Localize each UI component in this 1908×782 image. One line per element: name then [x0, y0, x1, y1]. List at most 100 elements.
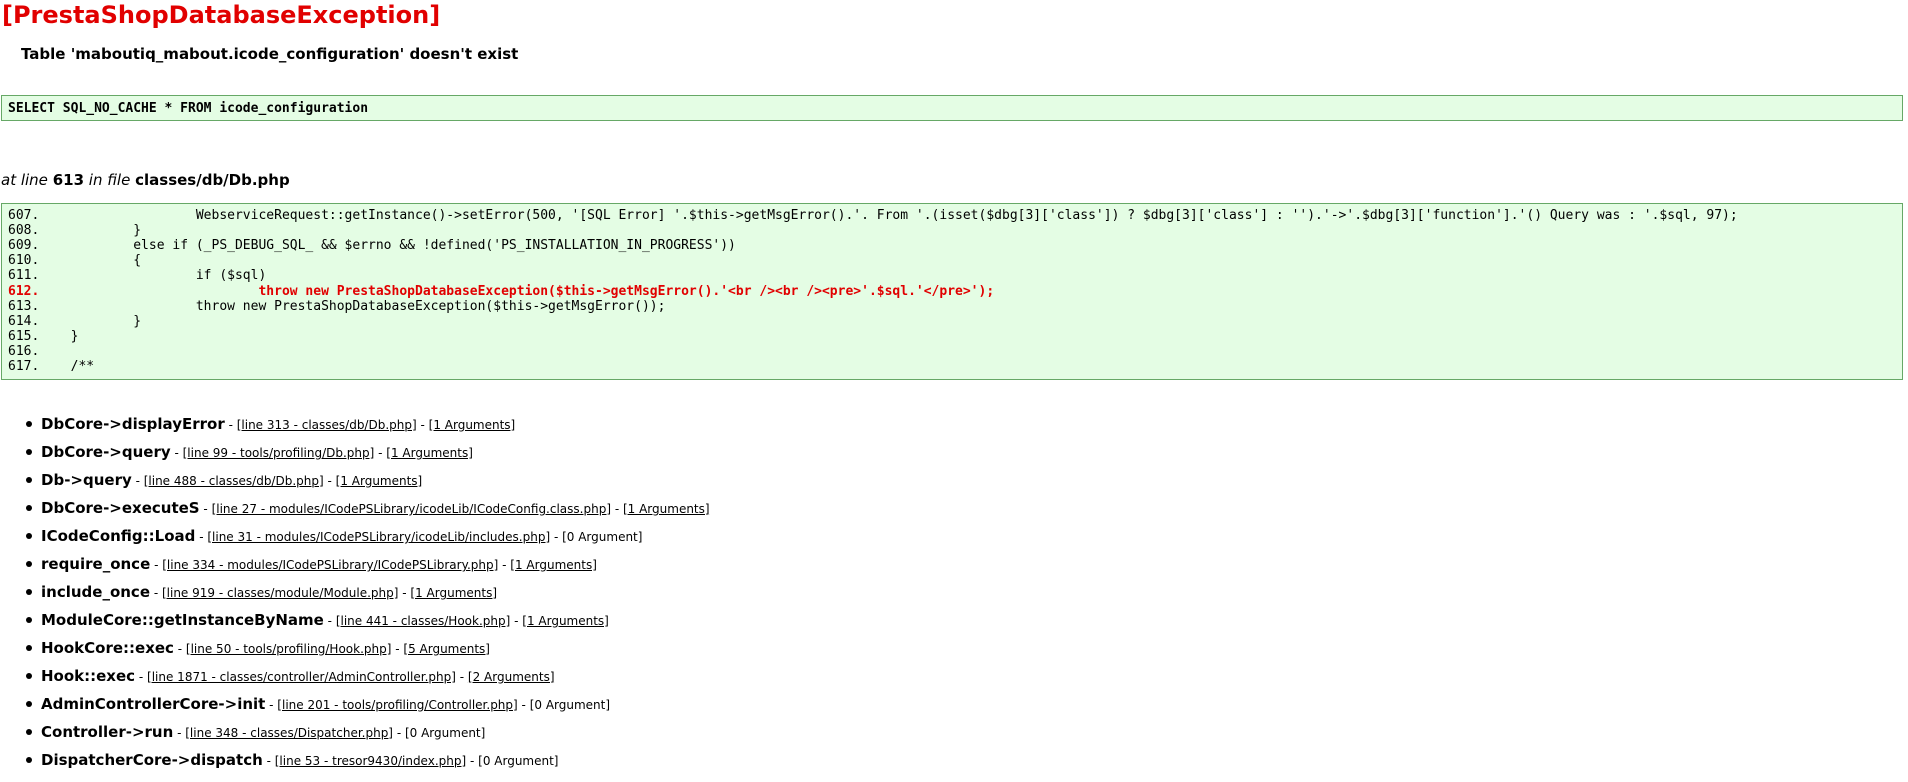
code-line-text: throw new PrestaShopDatabaseException($t… — [39, 298, 666, 314]
trace-file-link[interactable]: [line 919 - classes/module/Module.php] — [162, 586, 398, 600]
trace-separator: - — [262, 754, 275, 768]
trace-separator: - — [374, 446, 387, 460]
trace-separator: - — [173, 642, 186, 656]
trace-separator: - — [150, 586, 162, 600]
trace-separator: - — [510, 614, 523, 628]
sql-query-box: SELECT SQL_NO_CACHE * FROM icode_configu… — [1, 95, 1903, 121]
trace-separator: - — [611, 502, 623, 516]
trace-item: Db->query - [line 488 - classes/db/Db.ph… — [0, 466, 710, 494]
trace-item: include_once - [line 919 - classes/modul… — [0, 578, 710, 606]
trace-function: DbCore->query — [41, 443, 171, 461]
trace-file-link[interactable]: [line 53 - tresor9430/index.php] — [275, 754, 466, 768]
trace-item: ICodeConfig::Load - [line 31 - modules/I… — [0, 522, 710, 550]
trace-separator: - — [135, 670, 148, 684]
code-line-text: if ($sql) — [39, 268, 267, 284]
trace-arguments-link[interactable]: [1 Arguments] — [429, 418, 516, 432]
trace-arguments-link[interactable]: [5 Arguments] — [403, 642, 490, 656]
in-file-label: in file — [88, 171, 131, 189]
code-line-text: } — [39, 313, 142, 329]
trace-arguments-link[interactable]: [1 Arguments] — [510, 558, 597, 572]
stack-trace: DbCore->displayError - [line 313 - class… — [0, 410, 710, 774]
trace-file-link[interactable]: [line 1871 - classes/controller/AdminCon… — [147, 670, 456, 684]
trace-item: AdminControllerCore->init - [line 201 - … — [0, 690, 710, 718]
code-line-text: } — [39, 328, 79, 344]
trace-file-link[interactable]: [line 201 - tools/profiling/Controller.p… — [277, 698, 517, 712]
bullet-icon — [26, 645, 32, 651]
bullet-icon — [26, 589, 32, 595]
line-number: 613 — [52, 171, 85, 189]
code-line: 608. } — [8, 223, 141, 238]
trace-arguments-link[interactable]: [1 Arguments] — [522, 614, 609, 628]
trace-arguments-link[interactable]: [2 Arguments] — [468, 670, 555, 684]
bullet-icon — [26, 533, 32, 539]
trace-separator: - — [323, 614, 336, 628]
trace-separator: - — [195, 530, 208, 544]
bullet-icon — [26, 757, 32, 763]
sql-query: SELECT SQL_NO_CACHE * FROM icode_configu… — [8, 101, 369, 116]
trace-separator: - — [265, 698, 278, 712]
code-line: 613. throw new PrestaShopDatabaseExcepti… — [8, 299, 665, 314]
bullet-icon — [26, 449, 32, 455]
trace-arguments: [0 Argument] — [478, 754, 559, 768]
code-line-number: 614. — [8, 313, 40, 329]
trace-item: Hook::exec - [line 1871 - classes/contro… — [0, 662, 710, 690]
trace-separator: - — [517, 698, 530, 712]
code-line-number: 616. — [8, 343, 40, 359]
trace-separator: - — [224, 418, 237, 432]
trace-file-link[interactable]: [line 27 - modules/ICodePSLibrary/icodeL… — [212, 502, 611, 516]
code-line-number: 617. — [8, 359, 40, 374]
trace-separator: - — [398, 586, 411, 600]
trace-separator: - — [466, 754, 479, 768]
code-line-number: 608. — [8, 223, 40, 239]
trace-item: DispatcherCore->dispatch - [line 53 - tr… — [0, 746, 710, 774]
trace-file-link[interactable]: [line 313 - classes/db/Db.php] — [237, 418, 417, 432]
code-line-text: else if (_PS_DEBUG_SQL_ && $errno && !de… — [39, 238, 736, 254]
trace-function: AdminControllerCore->init — [41, 695, 266, 713]
trace-item: HookCore::exec - [line 50 - tools/profil… — [0, 634, 710, 662]
trace-file-link[interactable]: [line 348 - classes/Dispatcher.php] — [185, 726, 393, 740]
trace-function: include_once — [41, 583, 150, 601]
trace-function: DispatcherCore->dispatch — [41, 751, 263, 769]
trace-arguments: [0 Argument] — [562, 530, 643, 544]
trace-file-link[interactable]: [line 31 - modules/ICodePSLibrary/icodeL… — [207, 530, 550, 544]
trace-item: DbCore->query - [line 99 - tools/profili… — [0, 438, 710, 466]
trace-separator: - — [393, 726, 405, 740]
trace-function: HookCore::exec — [41, 639, 174, 657]
trace-separator: - — [323, 474, 336, 488]
code-line: 615. } — [8, 329, 78, 344]
trace-separator: - — [416, 418, 429, 432]
trace-item: DbCore->displayError - [line 313 - class… — [0, 410, 710, 438]
trace-arguments-link[interactable]: [1 Arguments] — [386, 446, 473, 460]
trace-arguments-link[interactable]: [1 Arguments] — [623, 502, 710, 516]
code-line-number: 615. — [8, 328, 40, 344]
trace-separator: - — [391, 642, 404, 656]
trace-arguments-link[interactable]: [1 Arguments] — [410, 586, 497, 600]
trace-file-link[interactable]: [line 441 - classes/Hook.php] — [336, 614, 510, 628]
code-line: 609. else if (_PS_DEBUG_SQL_ && $errno &… — [8, 238, 736, 253]
code-line-text: WebserviceRequest::getInstance()->setErr… — [39, 208, 1738, 223]
code-line: 607. WebserviceRequest::getInstance()->s… — [8, 208, 1738, 223]
trace-function: Db->query — [41, 471, 132, 489]
bullet-icon — [26, 561, 32, 567]
file-path: classes/db/Db.php — [135, 171, 290, 189]
bullet-icon — [26, 617, 32, 623]
trace-file-link[interactable]: [line 488 - classes/db/Db.php] — [144, 474, 324, 488]
code-line-number: 611. — [8, 268, 40, 284]
bullet-icon — [26, 673, 32, 679]
trace-function: require_once — [41, 555, 151, 573]
code-line: 610. { — [8, 253, 141, 268]
trace-file-link[interactable]: [line 50 - tools/profiling/Hook.php] — [186, 642, 392, 656]
code-line-text: throw new PrestaShopDatabaseException($t… — [39, 283, 995, 299]
trace-arguments-link[interactable]: [1 Arguments] — [336, 474, 423, 488]
trace-item: DbCore->executeS - [line 27 - modules/IC… — [0, 494, 710, 522]
code-line: 611. if ($sql) — [8, 268, 266, 283]
trace-function: DbCore->executeS — [41, 499, 200, 517]
trace-item: ModuleCore::getInstanceByName - [line 44… — [0, 606, 710, 634]
code-line: 614. } — [8, 314, 141, 329]
trace-file-link[interactable]: [line 334 - modules/ICodePSLibrary/ICode… — [162, 558, 498, 572]
trace-separator: - — [170, 446, 183, 460]
trace-separator: - — [455, 670, 468, 684]
at-line-label: at line — [1, 171, 48, 189]
code-line-number: 613. — [8, 298, 40, 314]
trace-file-link[interactable]: [line 99 - tools/profiling/Db.php] — [183, 446, 375, 460]
